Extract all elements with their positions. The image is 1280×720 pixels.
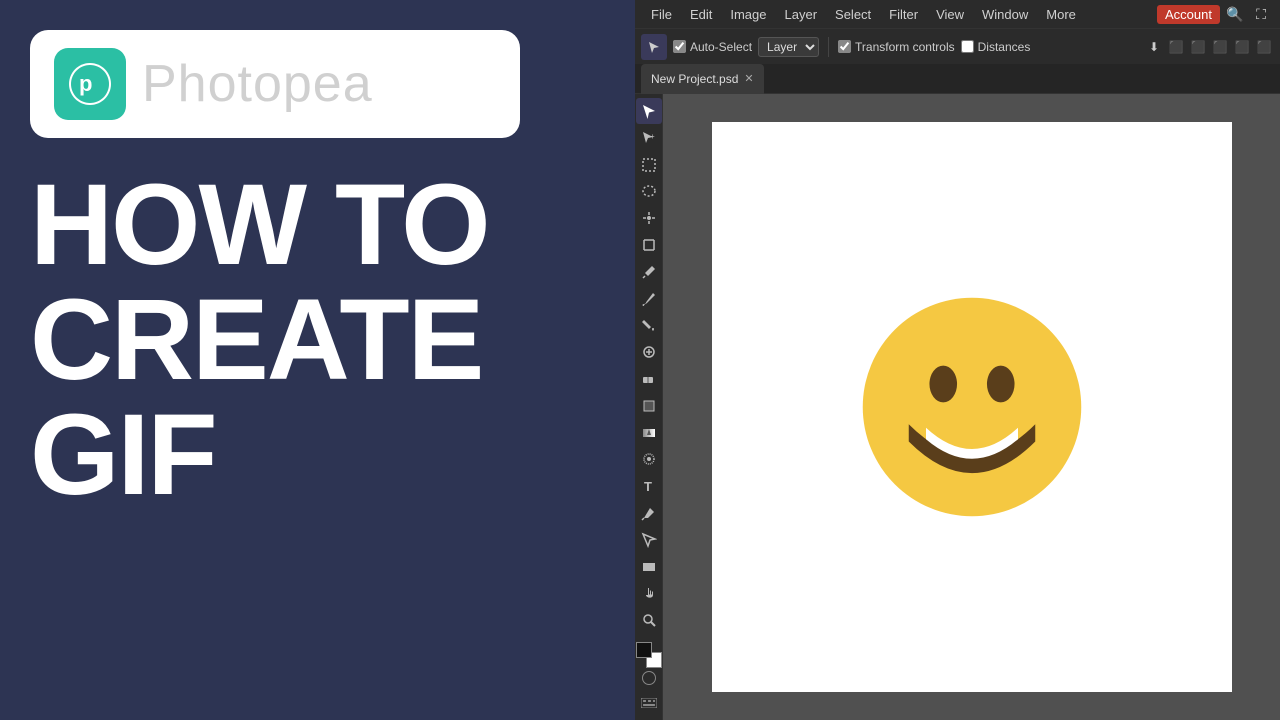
tools-sidebar: +	[635, 94, 663, 720]
align-center-icon[interactable]: ⬛	[1188, 37, 1208, 57]
tool-zoom[interactable]	[636, 607, 662, 633]
menu-image[interactable]: Image	[722, 5, 774, 24]
canvas-area	[663, 94, 1280, 720]
auto-select-group: Auto-Select	[673, 40, 752, 54]
tool-marquee-rect[interactable]	[636, 152, 662, 178]
right-panel: File Edit Image Layer Select Filter View…	[635, 0, 1280, 720]
tab-close-btn[interactable]: ✕	[744, 72, 753, 85]
align-right-icon[interactable]: ⬛	[1210, 37, 1230, 57]
transform-controls-checkbox[interactable]	[838, 40, 851, 53]
tool-shape[interactable]	[636, 527, 662, 553]
tool-move[interactable]	[636, 98, 662, 124]
tool-eyedropper[interactable]	[636, 259, 662, 285]
tool-hand[interactable]	[636, 581, 662, 607]
foreground-color-swatch	[636, 642, 652, 658]
tool-color-fill[interactable]	[636, 393, 662, 419]
tool-lasso[interactable]	[636, 178, 662, 204]
menu-view[interactable]: View	[928, 5, 972, 24]
tool-blur[interactable]	[636, 447, 662, 473]
tab-bar: New Project.psd ✕	[635, 64, 1280, 94]
keyboard-shortcuts-btn[interactable]	[636, 690, 662, 716]
tool-magic-wand[interactable]	[636, 205, 662, 231]
smiley-emoji	[857, 292, 1087, 522]
tool-pen[interactable]	[636, 500, 662, 526]
layer-dropdown[interactable]: Layer	[758, 37, 819, 57]
tool-eraser[interactable]	[636, 366, 662, 392]
separator-1	[828, 37, 829, 57]
tool-rect-shape[interactable]	[636, 554, 662, 580]
menu-filter[interactable]: Filter	[881, 5, 926, 24]
auto-select-checkbox[interactable]	[673, 40, 686, 53]
menu-layer[interactable]: Layer	[777, 5, 826, 24]
menu-icons: Account 🔍 ⛶	[1157, 3, 1272, 25]
project-tab[interactable]: New Project.psd ✕	[641, 64, 764, 94]
tab-name: New Project.psd	[651, 72, 738, 86]
photopea-logo-icon: p	[54, 48, 126, 120]
search-icon[interactable]: 🔍	[1224, 3, 1246, 25]
tool-crop[interactable]	[636, 232, 662, 258]
toolbar-bar: Auto-Select Layer Transform controls Dis…	[635, 28, 1280, 64]
menu-select[interactable]: Select	[827, 5, 879, 24]
logo-container: p Photopea	[30, 30, 520, 138]
distances-checkbox[interactable]	[961, 40, 974, 53]
logo-text: Photopea	[142, 54, 373, 114]
color-swatches[interactable]	[636, 642, 662, 668]
menu-file[interactable]: File	[643, 5, 680, 24]
download-icon[interactable]: ⬇	[1144, 37, 1164, 57]
tool-gradient[interactable]	[636, 420, 662, 446]
toolbar-icon-group: ⬇ ⬛ ⬛ ⬛ ⬛ ⬛	[1144, 37, 1274, 57]
headline-text: HOW TOCREATEGIF	[30, 168, 605, 690]
editor-area: +	[635, 94, 1280, 720]
svg-text:T: T	[644, 479, 652, 494]
svg-text:p: p	[79, 71, 92, 96]
align-left-icon[interactable]: ⬛	[1166, 37, 1186, 57]
tool-select-plus[interactable]: +	[636, 125, 662, 151]
menu-more[interactable]: More	[1038, 5, 1084, 24]
tool-brush[interactable]	[636, 286, 662, 312]
menu-bar: File Edit Image Layer Select Filter View…	[635, 0, 1280, 28]
menu-account[interactable]: Account	[1157, 5, 1220, 24]
distances-label: Distances	[978, 40, 1031, 54]
menu-edit[interactable]: Edit	[682, 5, 720, 24]
distances-group: Distances	[961, 40, 1031, 54]
auto-select-label: Auto-Select	[690, 40, 752, 54]
canvas-document	[712, 122, 1232, 692]
align-bottom-icon[interactable]: ⬛	[1254, 37, 1274, 57]
select-tool-btn[interactable]	[641, 34, 667, 60]
fullscreen-icon[interactable]: ⛶	[1250, 3, 1272, 25]
menu-window[interactable]: Window	[974, 5, 1036, 24]
align-top-icon[interactable]: ⬛	[1232, 37, 1252, 57]
tool-text[interactable]: T	[636, 473, 662, 499]
tool-healing[interactable]	[636, 339, 662, 365]
svg-text:+: +	[650, 132, 655, 141]
transform-controls-label: Transform controls	[855, 40, 955, 54]
quick-mask-btn[interactable]	[642, 671, 656, 685]
tool-paint-bucket[interactable]	[636, 313, 662, 339]
transform-controls-group: Transform controls	[838, 40, 955, 54]
left-panel: p Photopea HOW TOCREATEGIF	[0, 0, 635, 720]
